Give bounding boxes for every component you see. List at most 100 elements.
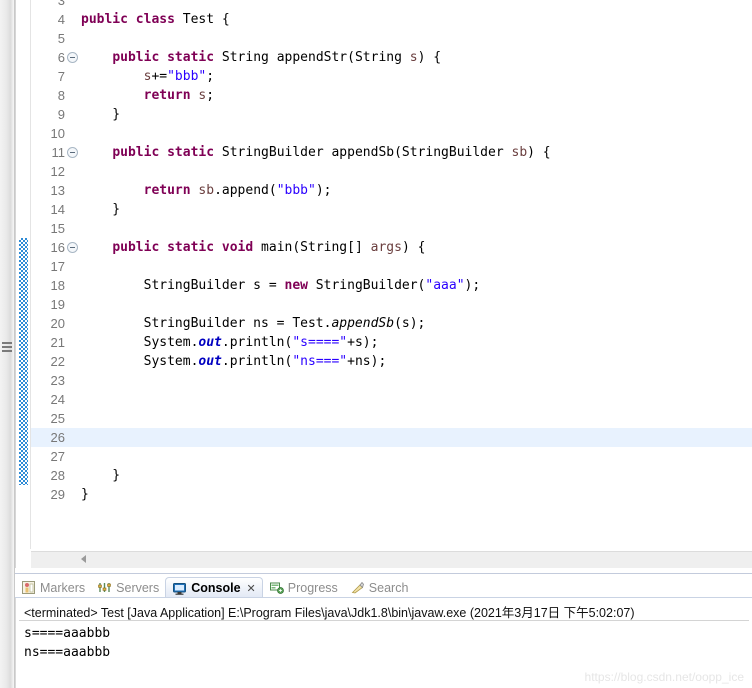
code-line[interactable]: 29} [31,485,752,504]
code-line[interactable]: 8 return s; [31,86,752,105]
code-line[interactable]: 23 [31,371,752,390]
progress-icon [269,580,284,595]
code-line[interactable]: 26 [31,428,752,447]
code-line[interactable]: 20 StringBuilder ns = Test.appendSb(s); [31,314,752,333]
code-line[interactable]: 4 public class Test { [31,10,752,29]
scroll-left-arrow-icon[interactable] [81,555,86,563]
java-editor: 3 4 public class Test { 5 6 public static St… [0,0,752,568]
left-view-stack-strip[interactable] [0,0,15,568]
view-stack-handle-icon[interactable] [2,340,12,354]
watermark-text: https://blog.csdn.net/oopp_ice [584,670,744,684]
code-text: StringBuilder ns = Test.appendSb(s); [81,316,426,331]
line-number: 13 [50,183,65,198]
code-line[interactable]: 14 } [31,200,752,219]
code-line[interactable]: 24 [31,390,752,409]
fold-collapse-icon[interactable] [67,242,78,253]
code-line[interactable]: 15 [31,219,752,238]
line-number: 23 [50,373,65,388]
code-line[interactable]: 10 [31,124,752,143]
tab-progress[interactable]: Progress [263,577,344,598]
code-line[interactable]: 16 public static void main(String[] args… [31,238,752,257]
line-number: 24 [50,392,65,407]
annotation-ruler[interactable] [16,0,31,549]
line-number: 16 [50,240,65,255]
code-line[interactable]: 11 public static StringBuilder appendSb(… [31,143,752,162]
code-text: public class Test { [81,12,230,27]
search-icon [350,580,365,595]
editor-horizontal-scrollbar[interactable] [31,551,752,568]
code-lines: 3 4 public class Test { 5 6 public static St… [31,0,752,504]
change-bar-indicator [19,238,28,485]
console-header-divider [19,620,749,621]
console-output-text: s====aaabbb ns===aaabbb [24,626,111,660]
code-line[interactable]: 12 [31,162,752,181]
code-line[interactable]: 22 System.out.println("ns==="+ns); [31,352,752,371]
line-number: 22 [50,354,65,369]
bottom-view-panel: Markers Servers Console ✕ Progress Search <te… [0,568,752,688]
code-line[interactable]: 6 public static String appendStr(String … [31,48,752,67]
line-number: 14 [50,202,65,217]
code-viewport[interactable]: 3 4 public class Test { 5 6 public static St… [31,0,752,549]
markers-icon [21,580,36,595]
tab-label: Markers [40,580,86,595]
line-number: 4 [57,12,65,27]
code-line[interactable]: 19 [31,295,752,314]
bottom-left-strip [0,568,15,688]
code-line[interactable]: 28 } [31,466,752,485]
code-line[interactable]: 21 System.out.println("s===="+s); [31,333,752,352]
line-number: 11 [51,145,66,160]
line-number: 8 [57,88,65,103]
code-text: return sb.append("bbb"); [143,183,332,198]
code-line[interactable]: 5 [31,29,752,48]
line-number: 15 [50,221,65,236]
code-text: } [81,468,121,483]
line-number: 17 [50,259,65,274]
line-number: 26 [50,430,65,445]
line-number: 18 [50,278,65,293]
line-number: 10 [50,126,65,141]
line-number: 21 [50,335,65,350]
code-line[interactable]: 3 [31,0,752,10]
code-text: s+="bbb"; [143,69,215,84]
line-number: 19 [50,297,65,312]
tab-console[interactable]: Console ✕ [165,577,263,598]
code-line[interactable]: 27 [31,447,752,466]
fold-collapse-icon[interactable] [67,52,78,63]
code-text: System.out.println("s===="+s); [81,335,379,350]
tab-label: Servers [116,580,160,595]
code-line[interactable]: 7 s+="bbb"; [31,67,752,86]
line-number: 25 [50,411,65,426]
code-text: } [81,487,89,502]
code-line[interactable]: 18 StringBuilder s = new StringBuilder("… [31,276,752,295]
line-number: 5 [57,31,65,46]
panel-top-border [14,573,752,574]
console-icon [172,581,187,596]
code-line[interactable]: 13 return sb.append("bbb"); [31,181,752,200]
line-number: 9 [57,107,65,122]
eclipse-ide-window: 3 4 public class Test { 5 6 public static St… [0,0,752,688]
line-number: 27 [50,449,65,464]
servers-icon [97,580,112,595]
view-tab-bar: Markers Servers Console ✕ Progress Search [15,576,752,598]
code-line[interactable]: 17 [31,257,752,276]
code-text: } [81,202,121,217]
code-text: public static StringBuilder appendSb(Str… [112,145,551,160]
tab-markers[interactable]: Markers [15,577,91,598]
line-number: 12 [50,164,65,179]
code-text: public static void main(String[] args) { [112,240,426,255]
code-line[interactable]: 25 [31,409,752,428]
code-text: public static String appendStr(String s)… [112,50,442,65]
line-number: 6 [57,50,65,65]
tab-label: Progress [287,580,338,595]
tab-close-icon[interactable]: ✕ [247,582,256,595]
line-number: 28 [50,468,65,483]
code-text: return s; [143,88,215,103]
line-number: 20 [50,316,65,331]
code-text: } [81,107,121,122]
console-launch-header: <terminated> Test [Java Application] E:\… [24,606,635,620]
code-line[interactable]: 9 } [31,105,752,124]
tab-servers[interactable]: Servers [91,577,165,598]
tab-search[interactable]: Search [344,577,415,598]
code-text: System.out.println("ns==="+ns); [81,354,387,369]
fold-collapse-icon[interactable] [67,147,78,158]
